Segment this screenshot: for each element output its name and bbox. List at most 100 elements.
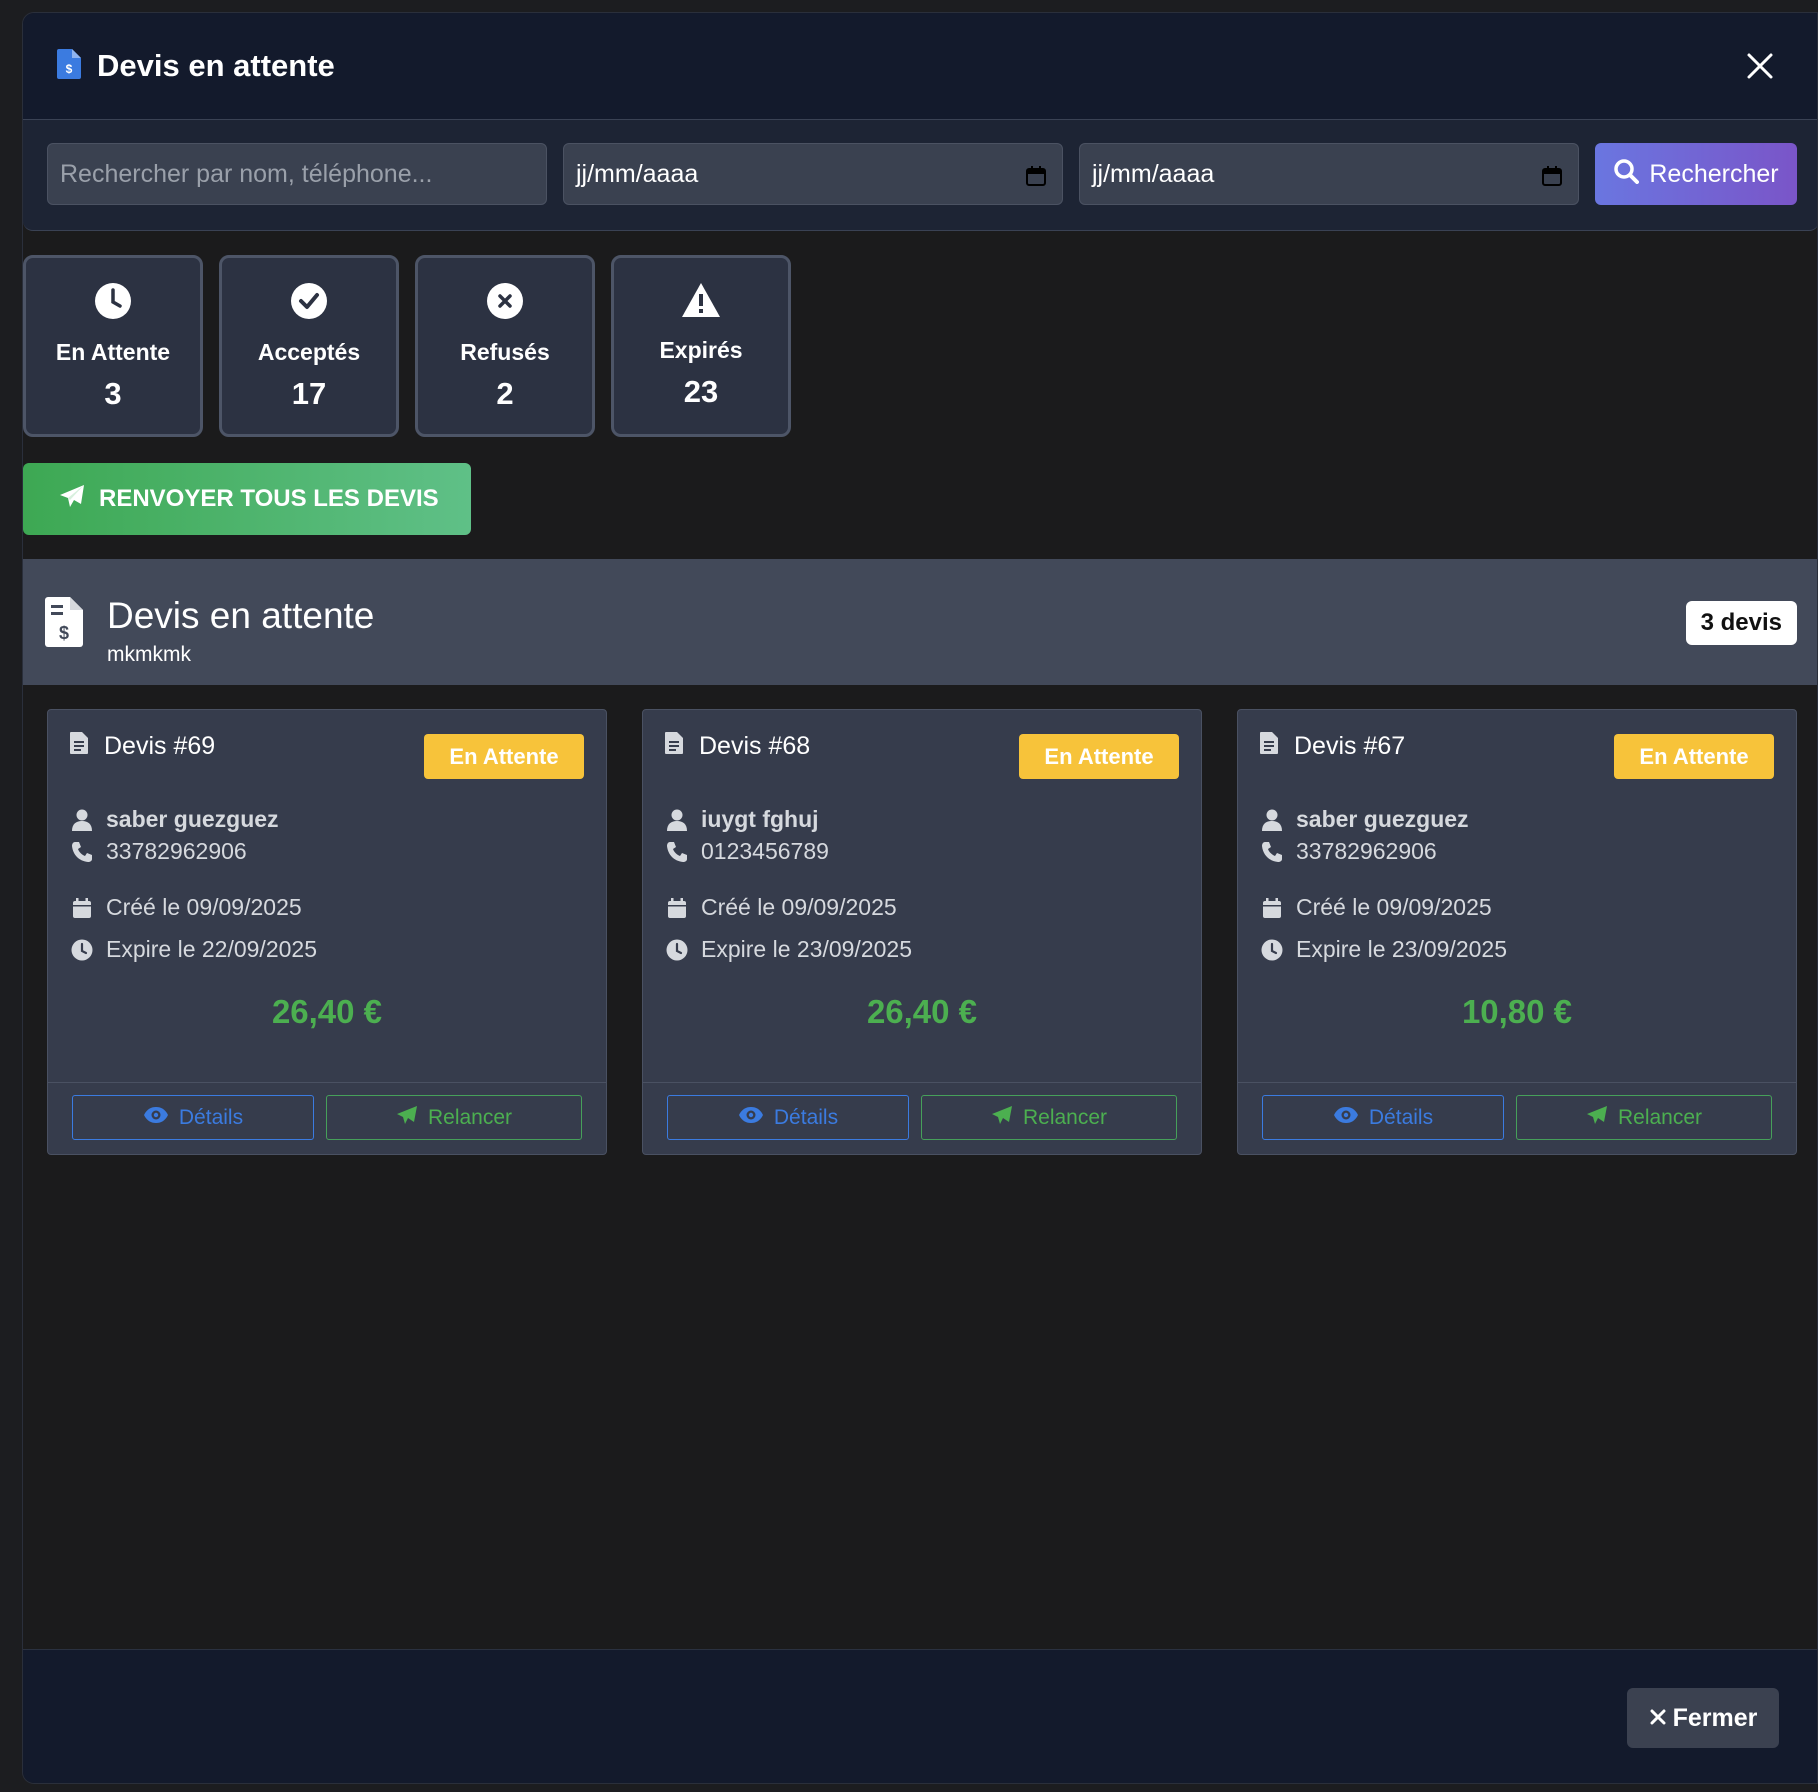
calendar-icon — [70, 897, 94, 918]
quote-title: Devis #68 — [699, 732, 811, 760]
details-label: Détails — [773, 1105, 839, 1129]
relance-label: Relancer — [1022, 1105, 1108, 1129]
quote-card: Devis #68 En Attente iuygt fghuj 0123456… — [642, 709, 1202, 1155]
created-row: Créé le 09/09/2025 — [70, 894, 302, 921]
expires-row: Expire le 23/09/2025 — [1260, 936, 1507, 963]
stat-accepted[interactable]: Acceptés 17 — [219, 255, 399, 437]
close-icon — [1649, 1704, 1667, 1733]
card-footer: Détails Relancer — [48, 1082, 606, 1155]
details-button[interactable]: Détails — [667, 1095, 909, 1140]
quote-price: 26,40 € — [866, 993, 978, 1030]
user-icon — [1260, 809, 1284, 831]
calendar-icon[interactable] — [1542, 164, 1562, 186]
eye-icon — [738, 1106, 764, 1130]
close-icon[interactable] — [1743, 49, 1777, 83]
calendar-icon — [665, 897, 689, 918]
modal-title: Devis en attente — [97, 48, 335, 83]
file-icon — [1260, 732, 1278, 761]
date-to-value: jj/mm/aaaa — [1092, 159, 1215, 188]
relance-button[interactable]: Relancer — [921, 1095, 1177, 1140]
stat-pending[interactable]: En Attente 3 — [23, 255, 203, 437]
phone-icon — [665, 841, 689, 863]
section-title: Devis en attente — [107, 595, 375, 636]
calendar-icon — [1260, 897, 1284, 918]
search-button-label: Rechercher — [1649, 159, 1779, 188]
card-footer: Détails Relancer — [643, 1082, 1201, 1155]
quote-card: Devis #69 En Attente saber guezguez 3378… — [47, 709, 607, 1155]
stat-count: 3 — [104, 376, 122, 411]
details-button[interactable]: Détails — [1262, 1095, 1504, 1140]
file-icon — [70, 732, 88, 761]
quote-price: 26,40 € — [271, 993, 383, 1030]
quotes-modal: $ Devis en attente Rechercher par nom, t… — [22, 12, 1818, 1784]
phone-row: 33782962906 — [1260, 838, 1437, 865]
stats-row: En Attente 3 Acceptés 17 Refusés 2 Expir… — [23, 255, 791, 437]
search-icon — [1613, 158, 1640, 191]
date-to-field[interactable]: jj/mm/aaaa — [1079, 143, 1579, 205]
card-footer: Détails Relancer — [1238, 1082, 1796, 1155]
date-from-field[interactable]: jj/mm/aaaa — [563, 143, 1063, 205]
client-name: saber guezguez — [106, 806, 279, 832]
stat-count: 2 — [496, 376, 514, 411]
stat-label: En Attente — [55, 339, 171, 365]
created-date: Créé le 09/09/2025 — [1296, 894, 1492, 920]
search-button[interactable]: Rechercher — [1595, 143, 1797, 205]
expires-date: Expire le 23/09/2025 — [1296, 936, 1507, 962]
client-name: saber guezguez — [1296, 806, 1469, 832]
expires-row: Expire le 22/09/2025 — [70, 936, 317, 963]
quote-card: Devis #67 En Attente saber guezguez 3378… — [1237, 709, 1797, 1155]
client-name: iuygt fghuj — [701, 806, 819, 832]
card-header: Devis #68 — [665, 732, 810, 761]
warning-icon — [681, 282, 721, 323]
paper-plane-icon — [396, 1105, 418, 1131]
quote-document-icon: $ — [57, 48, 81, 84]
phone-icon — [70, 841, 94, 863]
created-row: Créé le 09/09/2025 — [665, 894, 897, 921]
client-phone: 33782962906 — [106, 838, 247, 864]
stat-count: 23 — [683, 374, 719, 409]
paper-plane-icon — [1586, 1105, 1608, 1131]
resend-all-label: RENVOYER TOUS LES DEVIS — [99, 485, 439, 512]
modal-footer: Fermer — [23, 1649, 1817, 1783]
relance-label: Relancer — [1617, 1105, 1703, 1129]
clock-icon — [94, 282, 132, 325]
calendar-icon[interactable] — [1026, 164, 1046, 186]
client-phone: 33782962906 — [1296, 838, 1437, 864]
resend-all-button[interactable]: RENVOYER TOUS LES DEVIS — [23, 463, 471, 535]
x-circle-icon — [486, 282, 524, 325]
phone-row: 33782962906 — [70, 838, 247, 865]
relance-button[interactable]: Relancer — [1516, 1095, 1772, 1140]
details-button[interactable]: Détails — [72, 1095, 314, 1140]
check-circle-icon — [290, 282, 328, 325]
client-phone: 0123456789 — [701, 838, 829, 864]
stat-label: Expirés — [659, 337, 743, 363]
count-badge: 3 devis — [1685, 601, 1797, 645]
details-label: Détails — [1368, 1105, 1434, 1129]
stat-count: 17 — [291, 376, 327, 411]
status-badge: En Attente — [424, 734, 584, 779]
modal-header: $ Devis en attente — [23, 13, 1817, 119]
expires-date: Expire le 22/09/2025 — [106, 936, 317, 962]
quote-price: 10,80 € — [1461, 993, 1573, 1030]
stat-refused[interactable]: Refusés 2 — [415, 255, 595, 437]
created-row: Créé le 09/09/2025 — [1260, 894, 1492, 921]
stat-label: Acceptés — [257, 339, 361, 365]
search-input[interactable]: Rechercher par nom, téléphone... — [47, 143, 547, 205]
phone-row: 0123456789 — [665, 838, 829, 865]
clock-icon — [1260, 939, 1284, 961]
phone-icon — [1260, 841, 1284, 863]
stat-label: Refusés — [460, 339, 550, 365]
close-button-label: Fermer — [1672, 1703, 1758, 1732]
quote-title: Devis #69 — [104, 732, 216, 760]
stat-expired[interactable]: Expirés 23 — [611, 255, 791, 437]
details-label: Détails — [178, 1105, 244, 1129]
card-header: Devis #69 — [70, 732, 215, 761]
close-button[interactable]: Fermer — [1627, 1688, 1779, 1748]
paper-plane-icon — [991, 1105, 1013, 1131]
status-badge: En Attente — [1019, 734, 1179, 779]
clock-icon — [70, 939, 94, 961]
invoice-icon: $ — [45, 597, 83, 652]
relance-button[interactable]: Relancer — [326, 1095, 582, 1140]
filter-bar: Rechercher par nom, téléphone... jj/mm/a… — [23, 119, 1817, 231]
section-header: $ Devis en attente mkmkmk 3 devis — [23, 559, 1817, 685]
